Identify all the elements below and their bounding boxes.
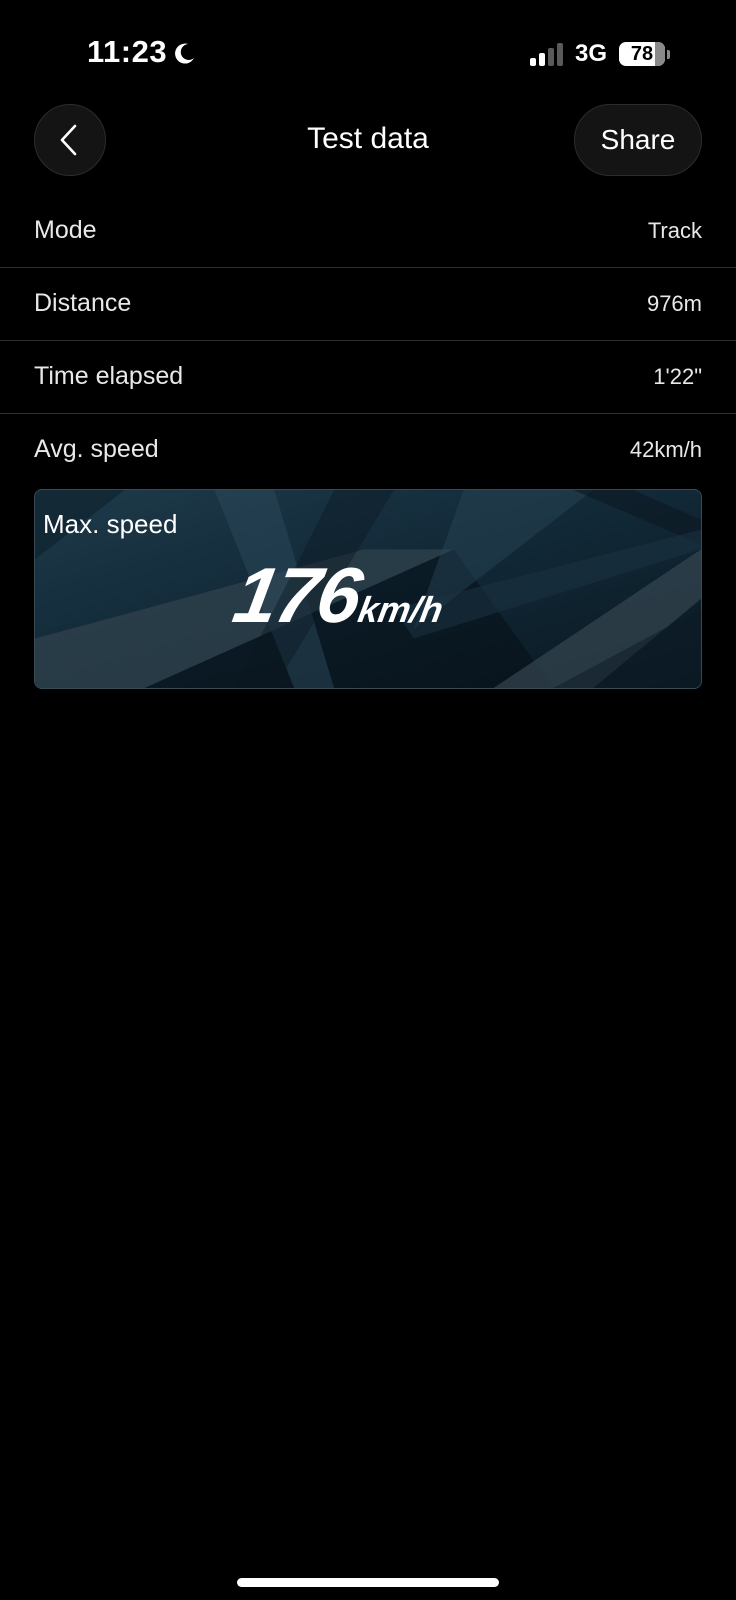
row-label: Time elapsed xyxy=(34,362,184,390)
status-indicators: 3G 78 xyxy=(529,40,670,68)
max-speed-label: Max. speed xyxy=(43,509,178,539)
status-bar: 11:23 3G 78 xyxy=(0,0,736,100)
battery-icon: 78 xyxy=(619,42,670,66)
home-indicator[interactable] xyxy=(237,1578,499,1587)
header: Test data Share xyxy=(0,100,736,182)
row-value: 1'22" xyxy=(653,364,702,389)
row-avg-speed: Avg. speed 42km/h xyxy=(0,414,736,487)
row-value: 42km/h xyxy=(629,437,702,462)
max-speed-value: 176 xyxy=(227,551,367,639)
row-value: 976m xyxy=(646,291,702,316)
row-label: Mode xyxy=(34,216,97,244)
max-speed-card: Max. speed 176 km/h xyxy=(34,489,702,689)
moon-icon xyxy=(171,39,197,65)
row-value: Track xyxy=(647,218,702,243)
row-distance: Distance 976m xyxy=(0,268,736,341)
share-button[interactable]: Share xyxy=(574,104,702,176)
battery-level: 78 xyxy=(630,42,654,65)
network-type: 3G xyxy=(574,40,607,67)
test-data-list: Mode Track Distance 976m Time elapsed 1'… xyxy=(0,195,736,487)
row-label: Avg. speed xyxy=(34,435,159,463)
row-mode: Mode Track xyxy=(0,195,736,268)
clock-time: 11:23 xyxy=(87,34,168,69)
row-time-elapsed: Time elapsed 1'22" xyxy=(0,341,736,414)
row-label: Distance xyxy=(34,289,132,317)
status-time: 11:23 xyxy=(87,34,197,70)
max-speed-unit: km/h xyxy=(355,589,447,630)
signal-icon xyxy=(529,42,563,66)
max-speed-readout: 176 km/h xyxy=(227,550,453,641)
